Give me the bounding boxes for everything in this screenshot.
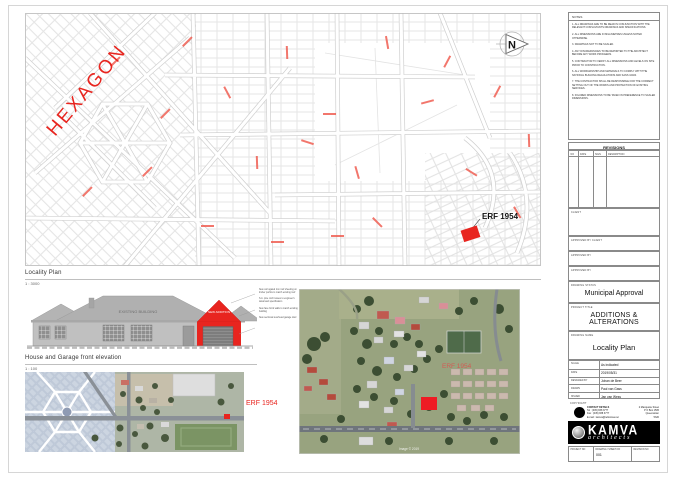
approved-by-label-2: APPROVED BY	[569, 267, 659, 272]
erf-inner-label: ERF 1954	[442, 363, 472, 370]
date-value: 2019/05/31	[601, 371, 617, 375]
rev-col-sign: SIGN	[595, 153, 601, 156]
svg-text:ERF 1954: ERF 1954	[482, 212, 519, 221]
revision-no-label: REVISION NO	[634, 449, 649, 451]
note-item: 7. THE CONTRACTOR SHALL BE RESPONSIBLE F…	[572, 80, 656, 90]
ground-line	[27, 346, 253, 348]
project-title-value: ADDITIONS & ALTERATIONS	[569, 312, 659, 326]
note-item: 8. FIGURED DIMENSIONS TO BE TAKEN IN PRE…	[572, 94, 656, 101]
approved-by-box: APPROVED BY	[568, 251, 660, 266]
svg-text:EXISTING BUILDING: EXISTING BUILDING	[119, 309, 158, 314]
project-no-label: PROJECT NO	[571, 449, 586, 451]
parcel-texture	[26, 14, 540, 265]
footer-table: PROJECT NO DRAWING / SHEET NO 001 REVISI…	[568, 446, 660, 462]
note-item: 5. CONTRACTOR TO VERIFY ALL DIMENSIONS A…	[572, 60, 656, 67]
info-table: SCALE As indicated DATE 2019/05/31 DESIG…	[568, 360, 660, 399]
note-item: 6. ALL WORKMANSHIP AND MATERIALS TO COMP…	[572, 70, 656, 77]
rev-col-desc: DESCRIPTION	[608, 153, 624, 156]
client-box: CLIENT	[568, 208, 660, 236]
note-item: 2. ALL DIMENSIONS ARE IN MILLIMETRES UNL…	[572, 33, 656, 40]
contact-block: CONTACT DETAILS Tel : (045) 838 3777 Fax…	[568, 406, 660, 420]
project-title-box: PROJECT TITLE ADDITIONS & ALTERATIONS	[568, 303, 660, 331]
issued-label: ISSUED	[571, 395, 580, 398]
status-value: Municipal Approval	[569, 290, 659, 297]
revisions-header: REVISIONS	[568, 142, 660, 150]
erf-photo-marker	[224, 414, 230, 419]
map-title: Locality Plan	[25, 270, 62, 276]
title-block: NOTES 1. ALL DRAWINGS ARE TO BE READ IN …	[568, 10, 660, 468]
address-line: 5320	[629, 416, 659, 419]
erf-site-marker	[421, 397, 437, 410]
revisions-table: NO DATE SIGN DESCRIPTION	[568, 150, 660, 208]
drawing-name-label: DRAWING NAME	[569, 332, 659, 337]
approved-by-label: APPROVED BY	[569, 252, 659, 257]
logo-dot-icon	[574, 407, 585, 418]
elevation-scale: 1 : 100	[25, 366, 37, 371]
note-item: 4. ANY DISCREPANCIES TO BE REPORTED TO T…	[572, 50, 656, 57]
elevation-drawing: EXISTING BUILDING NEW ADDITION	[25, 286, 257, 352]
status-label: DRAWING STATUS	[569, 282, 659, 287]
scale-value: As indicated	[601, 363, 618, 367]
drawing-name-box: DRAWING NAME Locality Plan	[568, 331, 660, 360]
rev-col-date: DATE	[580, 153, 586, 156]
sheet-no-value: 001	[596, 453, 602, 457]
note-item: 1. ALL DRAWINGS ARE TO BE READ IN CONJUN…	[572, 23, 656, 30]
elevation-title: House and Garage front elevation	[25, 355, 121, 361]
logo-text: KAMVA	[588, 423, 639, 437]
approval-client-box: APPROVED BY CLIENT	[568, 236, 660, 251]
rev-col-no: NO	[571, 153, 575, 156]
annotation-text: S.A. pine roof trusses to engineer's det…	[259, 298, 299, 304]
issued-value: Jan van Wess	[601, 395, 621, 399]
svg-text:NEW ADDITION: NEW ADDITION	[208, 310, 230, 314]
revisions-title: REVISIONS	[569, 143, 659, 150]
designed-by-value: Johan de Beer	[601, 379, 622, 383]
sheet-no-label: DRAWING / SHEET NO	[596, 449, 621, 451]
project-title-label: PROJECT TITLE	[569, 304, 659, 309]
client-label: CLIENT	[569, 209, 659, 214]
architect-logo: KAMVA architects	[568, 421, 660, 444]
drawing-sheet: HEXAGON N ERF 1954 Locality Plan 1 : 300…	[0, 0, 679, 479]
aerial-photo-suburb: ERF 1954 Image © 2019	[299, 289, 520, 454]
map-title-rule	[25, 279, 541, 280]
approved-by-box-2: APPROVED BY	[568, 266, 660, 281]
annotation-text: New corrugated iron roof sheeting on tim…	[259, 289, 299, 295]
date-label: DATE	[571, 371, 577, 374]
new-addition-garage: NEW ADDITION	[197, 300, 257, 346]
designed-by-label: DESIGNED BY	[571, 379, 587, 382]
annotation-text: New sectional overhead garage door	[259, 317, 299, 320]
note-item: 3. DRAWINGS NOT TO BE SCALED.	[572, 43, 656, 46]
erf-photo-label: ERF 1954	[246, 400, 278, 407]
drawn-label: DRAWN	[571, 387, 580, 390]
contact-line: E-mail : kamva@telkomsa.net	[587, 416, 629, 419]
notes-box: NOTES 1. ALL DRAWINGS ARE TO BE READ IN …	[568, 12, 660, 140]
imagery-credit: Image © 2019	[399, 447, 419, 451]
drawn-value: Paul van Gass	[601, 387, 622, 391]
drawing-status-box: DRAWING STATUS Municipal Approval	[568, 281, 660, 303]
copyright-label: COPYRIGHT	[568, 400, 587, 405]
aerial-photo-town	[25, 372, 244, 452]
elevation-annotations: New corrugated iron roof sheeting on tim…	[259, 289, 299, 324]
elevation-title-rule	[25, 364, 257, 365]
notes-title: NOTES	[569, 13, 659, 21]
logo-sphere-icon	[572, 426, 585, 439]
scale-label: SCALE	[571, 362, 579, 365]
approval-client-label: APPROVED BY CLIENT	[569, 237, 659, 242]
locality-map: HEXAGON N ERF 1954	[25, 13, 541, 266]
annotation-text: New face brick walls to match existing b…	[259, 308, 299, 314]
drawing-name-value: Locality Plan	[569, 343, 659, 352]
svg-text:N: N	[508, 40, 516, 52]
